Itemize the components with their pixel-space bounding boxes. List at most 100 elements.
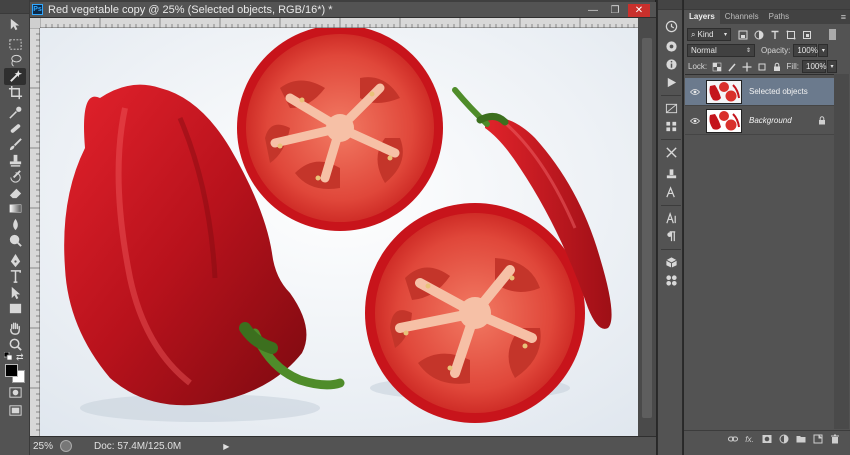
- add-layer-style-button[interactable]: fx.: [744, 434, 755, 445]
- add-mask-button[interactable]: [761, 434, 772, 445]
- layer-row-selected-objects[interactable]: Selected objects: [685, 78, 834, 106]
- horizontal-ruler[interactable]: [40, 18, 638, 28]
- filter-adjustment-button[interactable]: [753, 29, 765, 41]
- tools-grip[interactable]: [0, 0, 29, 14]
- marquee-tool[interactable]: [4, 36, 26, 53]
- new-group-button[interactable]: [795, 434, 806, 445]
- lock-position-button[interactable]: [741, 61, 753, 73]
- panel-menu-icon[interactable]: ≡: [841, 10, 846, 24]
- move-tool[interactable]: [4, 16, 26, 33]
- filter-pixel-button[interactable]: [737, 29, 749, 41]
- layer-thumbnail[interactable]: [706, 108, 742, 133]
- lasso-tool[interactable]: [4, 52, 26, 69]
- tab-channels[interactable]: Channels: [720, 10, 764, 24]
- quick-mask-button[interactable]: [4, 384, 26, 401]
- blur-tool[interactable]: [4, 216, 26, 233]
- dodge-tool[interactable]: [4, 232, 26, 249]
- shape-tool[interactable]: [4, 300, 26, 317]
- lock-all-button[interactable]: [771, 61, 783, 73]
- adjustments-panel-button[interactable]: [663, 100, 679, 116]
- mask-icon: [762, 435, 771, 443]
- layer-row-background[interactable]: Background: [685, 107, 834, 135]
- link-layers-button[interactable]: [727, 434, 738, 445]
- properties-panel-button[interactable]: [663, 38, 679, 54]
- screen-mode-button[interactable]: [4, 402, 26, 419]
- brush-icon: [9, 138, 22, 151]
- layer-thumbnail-image: [707, 109, 741, 132]
- crop-tool[interactable]: [4, 84, 26, 101]
- lock-transparent-button[interactable]: [711, 61, 723, 73]
- filter-smart-object-button[interactable]: [801, 29, 813, 41]
- opacity-dropdown-icon[interactable]: ▾: [818, 44, 829, 57]
- tab-layers[interactable]: Layers: [684, 10, 720, 24]
- notes-panel-button[interactable]: [663, 272, 679, 288]
- healing-brush-tool[interactable]: [4, 120, 26, 137]
- trash-icon: [830, 434, 839, 444]
- eyedropper-tool[interactable]: [4, 104, 26, 121]
- chevron-updown-icon: ⇕: [745, 48, 751, 54]
- eraser-tool[interactable]: [4, 184, 26, 201]
- lock-image-pixels-icon: [728, 63, 736, 71]
- actions-panel-button[interactable]: [663, 74, 679, 90]
- tool-presets-button[interactable]: [663, 144, 679, 160]
- info-panel-button[interactable]: [663, 56, 679, 72]
- path-selection-tool[interactable]: [4, 284, 26, 301]
- opacity-input[interactable]: 100%: [793, 44, 818, 57]
- path-selection-icon: [11, 286, 20, 300]
- paragraph-panel-button[interactable]: [663, 228, 679, 244]
- blend-mode-select[interactable]: Normal ⇕: [687, 44, 755, 57]
- filter-toggle-switch[interactable]: [829, 29, 836, 40]
- status-info-icon[interactable]: [60, 440, 72, 452]
- zoom-level[interactable]: 25%: [30, 441, 56, 452]
- new-layer-button[interactable]: [812, 434, 823, 445]
- clone-source-button[interactable]: [663, 166, 679, 182]
- brush-presets-button[interactable]: [663, 118, 679, 134]
- filter-kind-select[interactable]: ⌕ Kind ▾: [687, 28, 731, 41]
- layers-scrollbar[interactable]: [834, 74, 849, 429]
- filter-type-button[interactable]: [769, 29, 781, 41]
- pen-tool[interactable]: [4, 252, 26, 269]
- 3d-panel-button[interactable]: [663, 254, 679, 270]
- ruler-origin[interactable]: [30, 18, 40, 28]
- vertical-scrollbar[interactable]: [638, 18, 656, 436]
- dock-grip[interactable]: [658, 0, 682, 10]
- vertical-ruler[interactable]: [30, 28, 40, 436]
- delete-layer-button[interactable]: [829, 434, 840, 445]
- gradient-tool[interactable]: [4, 200, 26, 217]
- minimize-button[interactable]: —: [584, 4, 602, 17]
- lock-artboard-button[interactable]: [756, 61, 768, 73]
- lock-image-button[interactable]: [726, 61, 738, 73]
- swap-colors-icon[interactable]: ⇄: [16, 352, 25, 362]
- history-brush-tool[interactable]: [4, 168, 26, 185]
- hand-tool[interactable]: [4, 320, 26, 337]
- opacity-label: Opacity:: [761, 46, 791, 55]
- type-tool[interactable]: [4, 268, 26, 285]
- status-menu-arrow-icon[interactable]: ▶: [223, 442, 229, 451]
- screen-mode-icon: [8, 405, 22, 416]
- filter-shape-button[interactable]: [785, 29, 797, 41]
- clone-stamp-tool[interactable]: [4, 152, 26, 169]
- layer-visibility-toggle[interactable]: [688, 117, 702, 125]
- document-tab[interactable]: Ps Red vegetable copy @ 25% (Selected ob…: [30, 2, 656, 18]
- history-panel-button[interactable]: [663, 18, 679, 34]
- character-icon: [665, 211, 676, 223]
- layer-visibility-toggle[interactable]: [688, 88, 702, 96]
- restore-button[interactable]: ❐: [606, 4, 624, 17]
- foreground-color-swatch[interactable]: [5, 364, 18, 377]
- zoom-tool[interactable]: [4, 336, 26, 353]
- magic-wand-tool[interactable]: [4, 68, 26, 85]
- default-colors-icon[interactable]: [3, 351, 13, 361]
- fill-input[interactable]: 100%: [802, 60, 826, 73]
- dodge-icon: [9, 234, 22, 247]
- close-button[interactable]: ✕: [628, 3, 650, 17]
- image-canvas[interactable]: [40, 28, 638, 436]
- layer-thumbnail[interactable]: [706, 79, 742, 104]
- scrollbar-thumb[interactable]: [642, 38, 652, 418]
- panel-grip[interactable]: [684, 0, 850, 10]
- tab-paths[interactable]: Paths: [764, 10, 794, 24]
- character-styles-button[interactable]: [663, 184, 679, 200]
- brush-tool[interactable]: [4, 136, 26, 153]
- new-adjustment-layer-button[interactable]: [778, 434, 789, 445]
- fill-dropdown-icon[interactable]: ▾: [827, 60, 837, 73]
- character-panel-button[interactable]: [663, 210, 679, 226]
